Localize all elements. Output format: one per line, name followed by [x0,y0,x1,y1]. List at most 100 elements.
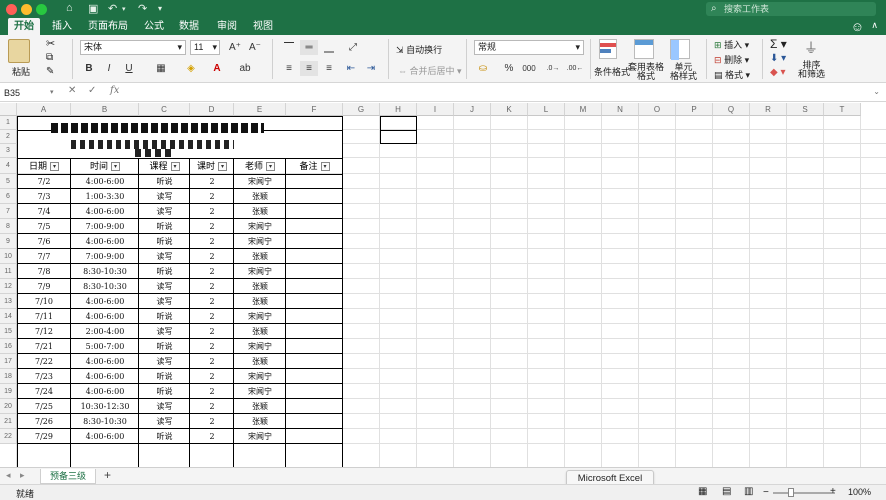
table-cell[interactable]: 读写 [139,354,190,369]
table-cell[interactable]: 宋闻宁 [234,264,286,279]
table-cell[interactable]: 4:00-6:00 [71,429,139,444]
tab-insert[interactable]: 插入 [46,18,78,35]
table-cell[interactable]: 7/7 [17,249,71,264]
align-bottom-icon[interactable]: ⎽ [320,40,338,55]
row-header[interactable]: 6 [0,189,17,204]
column-header[interactable]: M [565,103,602,116]
row-header[interactable]: 12 [0,279,17,294]
table-cell[interactable]: 8:30-10:30 [71,414,139,429]
table-cell[interactable]: 4:00-6:00 [71,384,139,399]
table-cell[interactable]: 7/2 [17,174,71,189]
table-cell[interactable]: 7/29 [17,429,71,444]
row-header[interactable]: 19 [0,384,17,399]
wrap-text-button[interactable]: ⇲ 自动换行 [396,43,442,56]
align-right-icon[interactable]: ≡ [320,61,338,76]
table-cell[interactable]: 7:00-9:00 [71,219,139,234]
table-cell[interactable]: 张颖 [234,189,286,204]
table-cell[interactable]: 7/22 [17,354,71,369]
column-header[interactable]: F [286,103,343,116]
align-left-icon[interactable]: ≡ [280,61,298,76]
search-sheet-field[interactable]: ⌕ 搜索工作表 [706,2,876,16]
row-header[interactable]: 2 [0,130,17,144]
table-cell[interactable]: 7/11 [17,309,71,324]
table-cell[interactable]: 听说 [139,234,190,249]
table-cell[interactable]: 读写 [139,279,190,294]
delete-cells-button[interactable]: ⊟ 删除 ▾ [714,53,749,66]
table-cell[interactable]: 7/24 [17,384,71,399]
paste-icon[interactable] [8,39,30,63]
text-effects-icon[interactable]: ab [236,61,254,76]
italic-button[interactable]: I [100,61,118,76]
table-cell[interactable]: 读写 [139,399,190,414]
fill-color-icon[interactable]: ◈ [182,61,200,76]
column-header[interactable]: I [417,103,454,116]
table-cell[interactable]: 4:00-6:00 [71,294,139,309]
percent-button[interactable]: % [500,61,518,76]
table-cell[interactable]: 2 [190,324,234,339]
table-cell[interactable]: 2 [190,189,234,204]
add-sheet-button[interactable]: + [104,468,111,482]
table-cell[interactable]: 宋闻宁 [234,339,286,354]
customize-toolbar-icon[interactable]: ▾ [158,4,162,13]
tab-home[interactable]: 开始 [8,18,40,35]
table-cell[interactable]: 2 [190,354,234,369]
filter-dropdown-icon[interactable]: ▾ [50,162,59,171]
table-cell[interactable]: 2 [190,384,234,399]
sort-filter-button[interactable]: 排序 和筛选 [798,61,825,79]
table-cell[interactable]: 宋闻宁 [234,384,286,399]
table-cell[interactable]: 听说 [139,219,190,234]
table-cell[interactable]: 10:30-12:30 [71,399,139,414]
table-cell[interactable]: 7/23 [17,369,71,384]
tab-page-layout[interactable]: 页面布局 [82,18,134,35]
table-cell[interactable]: 听说 [139,384,190,399]
redo-icon[interactable]: ↷ [138,2,147,15]
table-cell[interactable]: 宋闻宁 [234,219,286,234]
row-header[interactable]: 5 [0,174,17,189]
table-cell[interactable]: 7/5 [17,219,71,234]
table-cell[interactable]: 2 [190,309,234,324]
row-header[interactable]: 18 [0,369,17,384]
decrease-font-size-button[interactable]: A⁻ [246,40,264,55]
table-cell[interactable]: 4:00-6:00 [71,174,139,189]
filter-dropdown-icon[interactable]: ▾ [218,162,227,171]
close-window-button[interactable] [6,4,17,15]
table-cell[interactable]: 张颖 [234,354,286,369]
table-cell[interactable]: 7/9 [17,279,71,294]
increase-decimal-icon[interactable]: .0→ [544,61,562,76]
copy-icon[interactable]: ⧉ [46,52,53,63]
table-cell[interactable]: 张颖 [234,249,286,264]
table-cell[interactable]: 宋闻宁 [234,309,286,324]
row-header[interactable]: 14 [0,309,17,324]
table-cell[interactable]: 1:00-3:30 [71,189,139,204]
table-cell[interactable]: 宋闻宁 [234,174,286,189]
home-icon[interactable]: ⌂ [66,2,73,14]
row-header[interactable]: 8 [0,219,17,234]
table-cell[interactable]: 2 [190,249,234,264]
table-cell[interactable]: 2 [190,339,234,354]
fill-icon[interactable]: ⬇ ▾ [770,53,786,64]
table-cell[interactable]: 5:00-7:00 [71,339,139,354]
table-cell[interactable]: 7/26 [17,414,71,429]
table-cell[interactable]: 8:30-10:30 [71,264,139,279]
row-header[interactable]: 10 [0,249,17,264]
column-header[interactable]: N [602,103,639,116]
table-cell[interactable]: 2 [190,429,234,444]
table-cell[interactable]: 宋闻宁 [234,429,286,444]
row-header[interactable]: 11 [0,264,17,279]
tab-view[interactable]: 视图 [247,18,279,35]
font-color-icon[interactable]: A [208,61,226,76]
table-cell[interactable]: 4:00-6:00 [71,369,139,384]
insert-function-button[interactable]: fx [110,85,119,96]
save-icon[interactable]: ▣ [88,2,98,15]
align-middle-icon[interactable]: ═ [300,40,318,55]
scroll-sheets-left-icon[interactable]: ◂ [6,470,11,481]
column-header[interactable]: B [71,103,139,116]
table-header-2[interactable]: 课程 ▾ [139,160,190,174]
column-header[interactable]: P [676,103,713,116]
zoom-slider[interactable] [773,492,835,494]
decrease-indent-icon[interactable]: ⇤ [342,61,360,76]
row-header[interactable]: 3 [0,144,17,158]
worksheet-grid[interactable]: A B C D E F G H I J K L M N O P Q R S T 1 2 3 4 5 6 7 8 9 10 11 12 13 14 1… [0,103,886,467]
column-header[interactable]: A [17,103,71,116]
row-header[interactable]: 22 [0,429,17,444]
